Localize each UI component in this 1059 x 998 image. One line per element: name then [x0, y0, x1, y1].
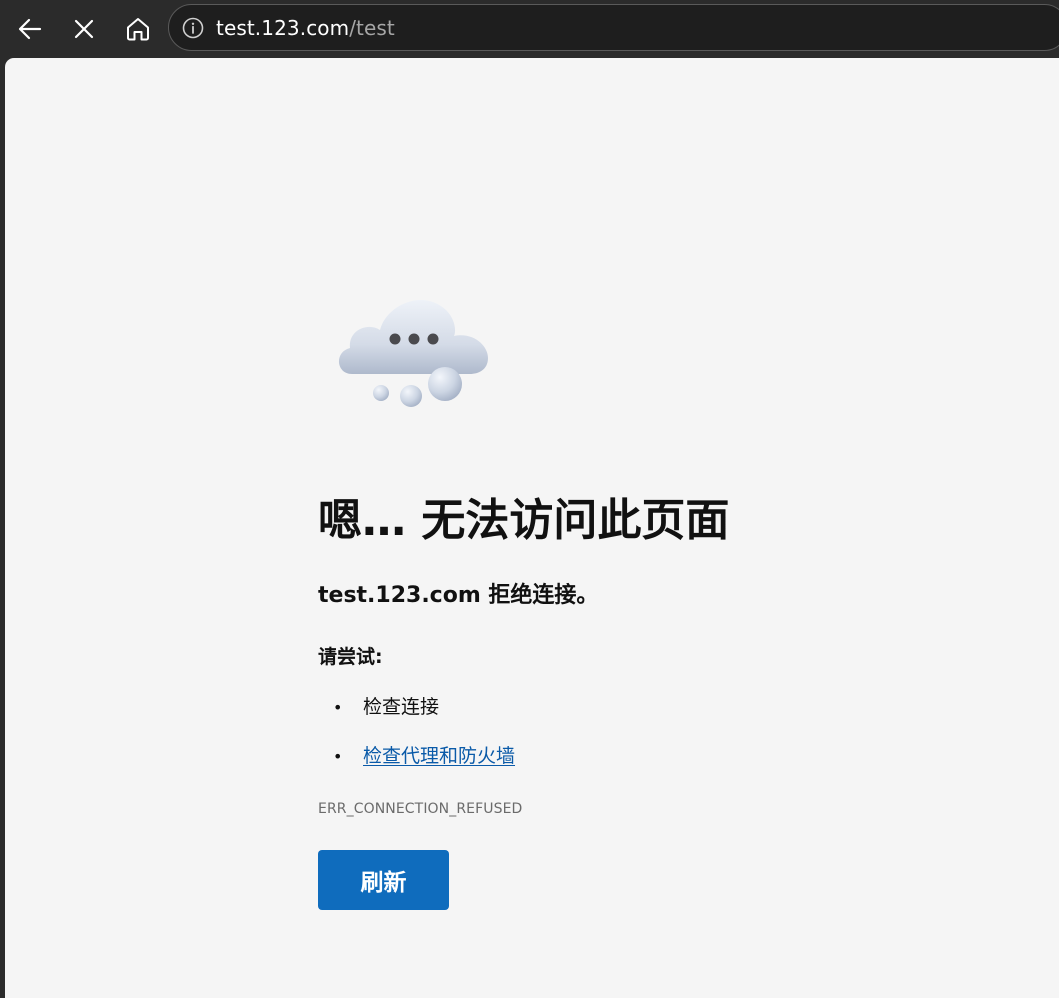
info-icon[interactable]	[182, 17, 204, 39]
refresh-button[interactable]: 刷新	[318, 850, 449, 910]
url-path: /test	[349, 16, 395, 40]
bullet: •	[333, 747, 343, 766]
bullet: •	[333, 698, 343, 717]
cloud-icon	[338, 300, 488, 407]
address-bar[interactable]: test.123.com/test	[168, 4, 1059, 51]
stop-loading-button[interactable]	[64, 9, 104, 49]
url-text[interactable]: test.123.com/test	[216, 16, 395, 40]
error-message: test.123.com 拒绝连接。	[318, 583, 599, 608]
error-code: ERR_CONNECTION_REFUSED	[318, 801, 523, 817]
home-button[interactable]	[118, 9, 158, 49]
suggestion-check-connection: • 检查连接	[333, 693, 439, 722]
suggestion-text: 检查连接	[363, 696, 440, 718]
try-label: 请尝试:	[318, 646, 383, 668]
arrow-left-icon	[18, 18, 42, 40]
browser-toolbar: test.123.com/test	[0, 0, 1059, 58]
close-icon	[74, 19, 94, 39]
page-title: 嗯… 无法访问此页面	[318, 495, 730, 546]
back-button[interactable]	[10, 9, 50, 49]
url-host: test.123.com	[216, 16, 350, 40]
home-icon	[127, 18, 149, 41]
suggestion-check-proxy-firewall: • 检查代理和防火墙	[333, 742, 515, 771]
proxy-firewall-link[interactable]: 检查代理和防火墙	[363, 745, 515, 767]
